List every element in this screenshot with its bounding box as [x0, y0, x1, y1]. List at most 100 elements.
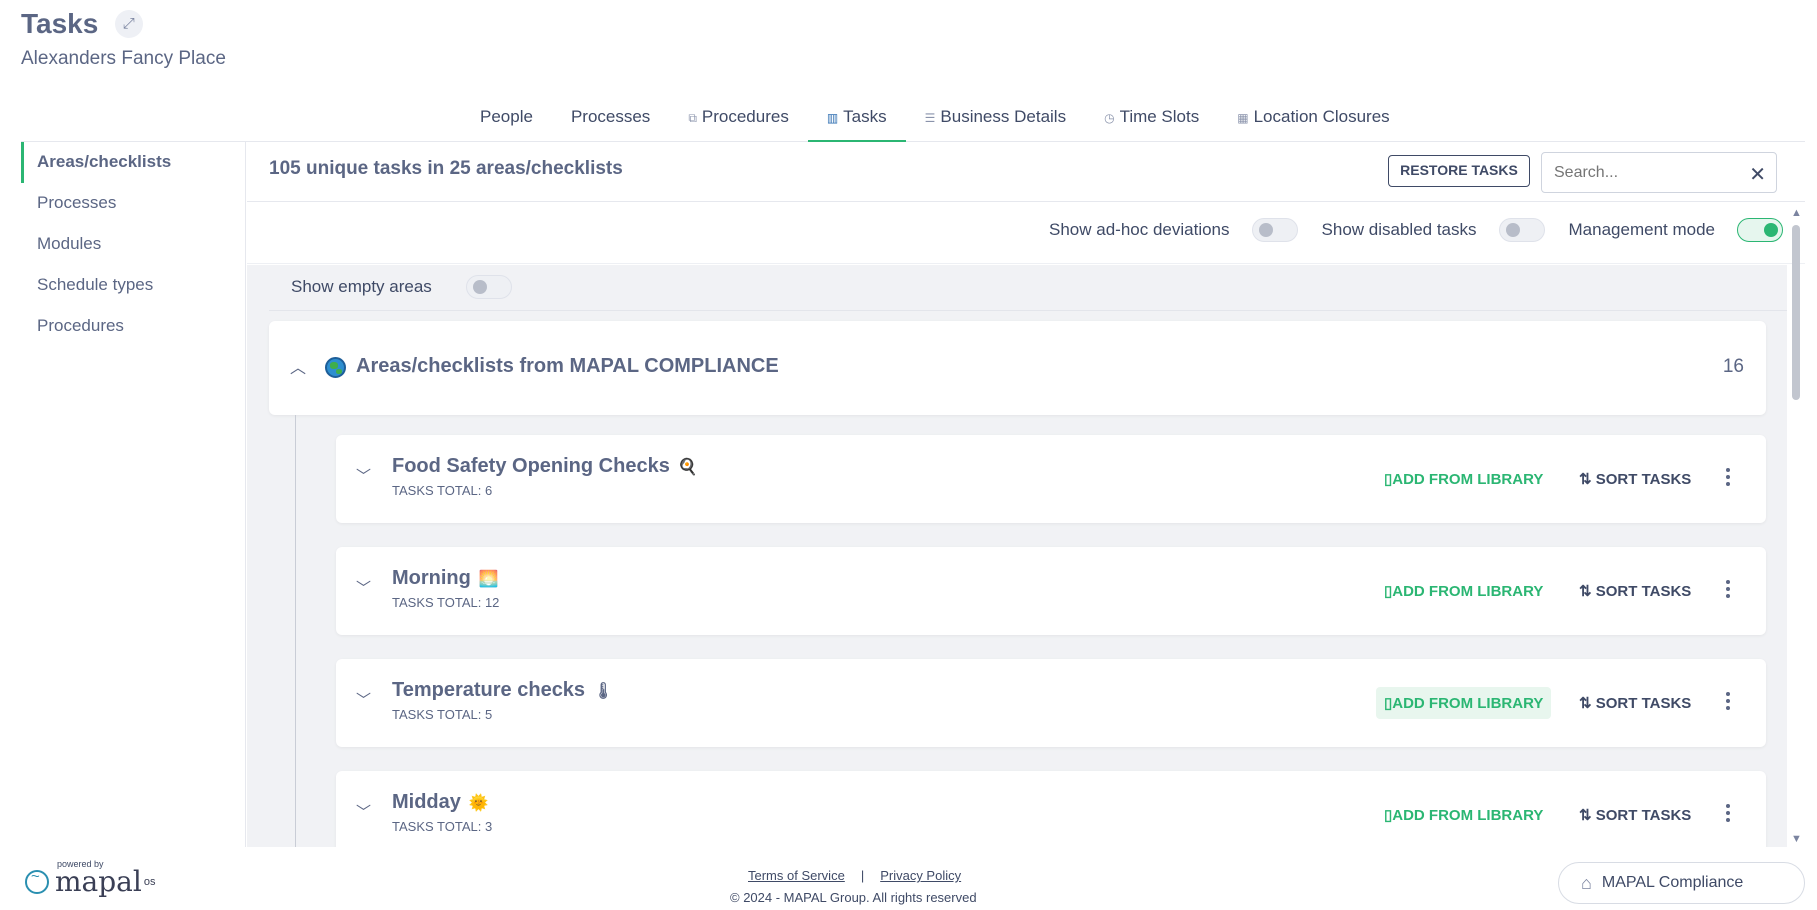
tab-people[interactable]: People — [461, 97, 552, 142]
tab-processes[interactable]: Processes — [552, 97, 669, 142]
sidebar-item-schedule-types[interactable]: Schedule types — [21, 265, 245, 306]
sidebar-item-modules[interactable]: Modules — [21, 224, 245, 265]
sort-icon: ⇅ — [1579, 807, 1596, 824]
sort-tasks-button[interactable]: ⇅ SORT TASKS — [1579, 582, 1691, 600]
add-from-library-button[interactable]: ▯ADD FROM LIBRARY — [1376, 687, 1552, 719]
tab-label: Processes — [570, 107, 651, 126]
tab-label: Procedures — [701, 107, 789, 126]
sidebar: Areas/checklists Processes Modules Sched… — [21, 142, 246, 847]
management-mode-label: Management mode — [1568, 220, 1715, 239]
management-mode-toggle[interactable] — [1737, 218, 1783, 242]
main-panel: 105 unique tasks in 25 areas/checklists … — [247, 142, 1805, 847]
area-name: Temperature checks 🌡 — [392, 679, 614, 701]
footer: powered by mapal os Terms of Service | Pri… — [0, 847, 1817, 910]
privacy-policy-link[interactable]: Privacy Policy — [880, 868, 961, 883]
copyright: © 2024 - MAPAL Group. All rights reserve… — [730, 890, 977, 905]
page-title: Tasks — [21, 8, 99, 39]
sort-tasks-button[interactable]: ⇅ SORT TASKS — [1579, 470, 1691, 488]
more-vertical-icon[interactable] — [1721, 577, 1735, 605]
search-input[interactable] — [1542, 153, 1722, 192]
empty-areas-toggle[interactable] — [465, 275, 512, 299]
divider — [269, 310, 1787, 311]
empty-areas-label: Show empty areas — [291, 277, 432, 296]
sort-tasks-button[interactable]: ⇅ SORT TASKS — [1579, 694, 1691, 712]
tab-business-details[interactable]: ☰ Business Details — [906, 97, 1085, 142]
footer-links: Terms of Service | Privacy Policy — [748, 868, 961, 883]
home-icon: ⌂ — [1581, 872, 1592, 893]
terms-of-service-link[interactable]: Terms of Service — [748, 868, 845, 883]
disabled-tasks-toggle[interactable] — [1498, 218, 1545, 242]
tasks-summary: 105 unique tasks in 25 areas/checklists — [269, 158, 623, 179]
scroll-down-icon[interactable]: ▼ — [1791, 833, 1802, 845]
toggles-bar: Show ad-hoc deviations Show disabled tas… — [247, 202, 1805, 264]
scroll-up-icon[interactable]: ▲ — [1791, 207, 1802, 219]
scrollbar-thumb[interactable] — [1792, 225, 1800, 400]
tab-label: Location Closures — [1253, 107, 1390, 126]
close-icon[interactable]: ✕ — [1749, 162, 1766, 187]
sidebar-item-areas-checklists[interactable]: Areas/checklists — [21, 142, 245, 183]
tab-procedures[interactable]: ⧉ Procedures — [669, 97, 808, 142]
restore-tasks-button[interactable]: RESTORE TASKS — [1388, 155, 1530, 187]
main-header: 105 unique tasks in 25 areas/checklists … — [247, 142, 1805, 202]
more-vertical-icon[interactable] — [1721, 689, 1735, 717]
group-title: Areas/checklists from MAPAL COMPLIANCE — [356, 355, 779, 377]
search-box: ✕ — [1541, 152, 1777, 193]
add-from-library-button[interactable]: ▯ADD FROM LIBRARY — [1376, 799, 1551, 831]
more-vertical-icon[interactable] — [1721, 801, 1735, 829]
chevron-up-icon[interactable]: ︿ — [290, 354, 306, 378]
area-emoji: 🌡 — [593, 682, 614, 700]
book-icon: ▥ — [826, 111, 839, 125]
areas-content: Show empty areas ︿ Areas/checklists from… — [247, 265, 1787, 847]
area-card: ﹀ Temperature checks 🌡 TASKS TOTAL: 5 ▯AD… — [336, 659, 1766, 747]
link-separator: | — [860, 868, 865, 883]
mapal-compliance-button[interactable]: ⌂ MAPAL Compliance — [1558, 862, 1805, 904]
area-name: Food Safety Opening Checks 🍳 — [392, 455, 698, 477]
tab-label: People — [480, 107, 533, 126]
adhoc-deviations-toggle[interactable] — [1251, 218, 1298, 242]
tab-tasks[interactable]: ▥ Tasks — [807, 97, 906, 142]
sidebar-item-processes[interactable]: Processes — [21, 183, 245, 224]
chevron-down-icon[interactable]: ﹀ — [356, 465, 371, 486]
tab-label: Business Details — [940, 107, 1067, 126]
sidebar-item-procedures[interactable]: Procedures — [21, 306, 245, 347]
add-from-library-button[interactable]: ▯ADD FROM LIBRARY — [1376, 575, 1551, 607]
group-card: ︿ Areas/checklists from MAPAL COMPLIANCE… — [269, 321, 1766, 415]
area-tasks-total: TASKS TOTAL: 12 — [392, 595, 500, 610]
sort-icon: ⇅ — [1579, 583, 1596, 600]
page-header: Tasks ⤢ Alexanders Fancy Place — [21, 8, 226, 70]
area-tasks-total: TASKS TOTAL: 6 — [392, 483, 493, 498]
group-count: 16 — [1722, 356, 1744, 377]
tab-bar: People Processes ⧉ Procedures ▥ Tasks ☰ Bus… — [21, 97, 1805, 142]
adhoc-deviations-label: Show ad-hoc deviations — [1049, 220, 1230, 239]
area-tasks-total: TASKS TOTAL: 5 — [392, 707, 493, 722]
mapal-logo-icon — [25, 868, 49, 894]
area-emoji: 🌅 — [478, 570, 499, 588]
more-vertical-icon[interactable] — [1721, 465, 1735, 493]
tree-line — [295, 415, 296, 847]
area-emoji: 🍳 — [677, 458, 698, 476]
chevron-down-icon[interactable]: ﹀ — [356, 689, 371, 710]
tab-time-slots[interactable]: ◷ Time Slots — [1085, 97, 1218, 142]
expand-icon[interactable]: ⤢ — [114, 10, 143, 38]
sort-icon: ⇅ — [1579, 471, 1596, 488]
scrollbar[interactable]: ▲ ▼ — [1787, 203, 1805, 847]
sort-tasks-button[interactable]: ⇅ SORT TASKS — [1579, 806, 1691, 824]
brand-name: mapal — [55, 865, 142, 898]
area-card: ﹀ Midday 🌞 TASKS TOTAL: 3 ▯ADD FROM LIBRA… — [336, 771, 1766, 847]
clock-icon: ◷ — [1104, 111, 1115, 125]
powered-by-logo: powered by mapal os — [25, 859, 155, 898]
list-icon: ☰ — [924, 111, 936, 125]
tab-label: Time Slots — [1119, 107, 1200, 126]
chevron-down-icon[interactable]: ﹀ — [356, 577, 371, 598]
add-from-library-button[interactable]: ▯ADD FROM LIBRARY — [1376, 463, 1551, 495]
tab-location-closures[interactable]: ▦ Location Closures — [1218, 97, 1408, 142]
area-card: ﹀ Food Safety Opening Checks 🍳 TASKS TOTA… — [336, 435, 1766, 523]
area-tasks-total: TASKS TOTAL: 3 — [392, 819, 493, 834]
chevron-down-icon[interactable]: ﹀ — [356, 801, 371, 822]
area-emoji: 🌞 — [468, 794, 489, 812]
sort-icon: ⇅ — [1579, 695, 1596, 712]
area-card: ﹀ Morning 🌅 TASKS TOTAL: 12 ▯ADD FROM LIB… — [336, 547, 1766, 635]
calendar-icon: ▦ — [1237, 111, 1249, 125]
area-name: Midday 🌞 — [392, 791, 489, 813]
disabled-tasks-label: Show disabled tasks — [1321, 220, 1477, 239]
